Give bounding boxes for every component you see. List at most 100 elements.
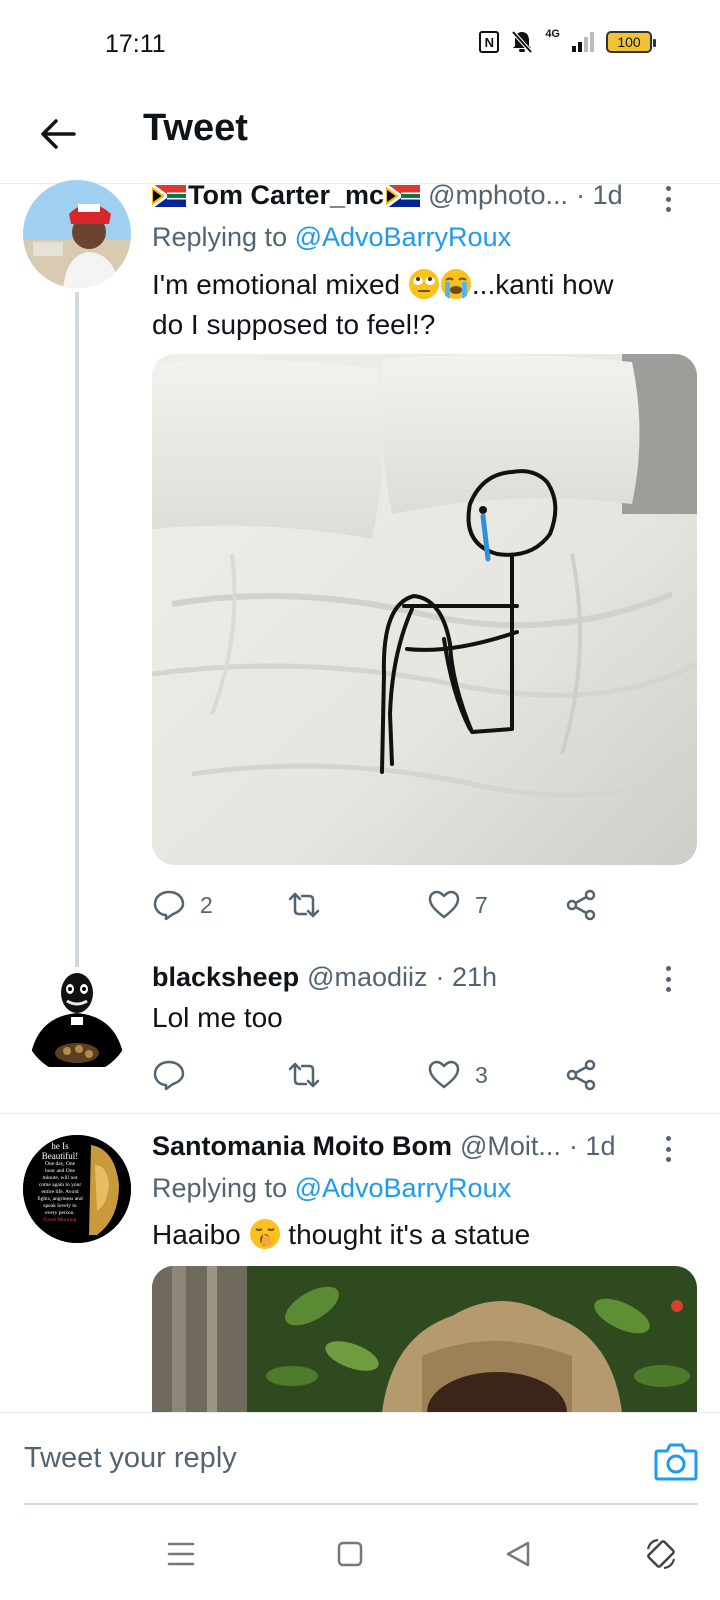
author-name[interactable]: Tom Carter_mc (152, 180, 421, 211)
share-icon (566, 1059, 596, 1091)
share-button[interactable] (564, 1055, 598, 1095)
avatar-text: he Is Beautiful! One day, One hour and O… (27, 1141, 93, 1224)
triangle-back-icon (506, 1541, 530, 1567)
bell-muted-icon (511, 30, 533, 54)
tweet-time: · 1d (576, 180, 623, 210)
status-time: 17:11 (105, 30, 166, 58)
tweet-text-part: thought it's a statue (280, 1219, 531, 1250)
status-icons: N 4G 100 (479, 28, 656, 54)
menu-icon (167, 1542, 195, 1566)
top-app-bar: Tweet (0, 92, 720, 184)
status-bar: 17:11 N 4G 100 (0, 0, 720, 92)
replying-to-label: Replying to (152, 1173, 295, 1203)
heart-icon (428, 1060, 460, 1089)
tweet-text-part: Haaibo (152, 1219, 249, 1250)
avatar-text-line: One day, One (44, 1161, 76, 1167)
tweet-header: Tom Carter_mc @mphoto... · 1d (152, 180, 672, 211)
tweet-text: Haaibo thought it's a statue (152, 1215, 672, 1255)
tweet-header: blacksheep @maodiiz · 21h (152, 962, 672, 993)
replying-to-label: Replying to (152, 222, 295, 252)
tweet-image[interactable] (152, 1266, 697, 1412)
retweet-icon (288, 1062, 320, 1088)
rotate-button[interactable] (641, 1534, 681, 1574)
square-icon (337, 1541, 363, 1567)
like-button[interactable]: 3 (427, 1055, 488, 1095)
reply-icon (153, 890, 185, 921)
retweet-button[interactable] (287, 1055, 321, 1095)
tweet-header: Santomania Moito Bom @Moit... · 1d (152, 1131, 672, 1162)
share-icon (566, 889, 596, 921)
crying-face-emoji (440, 268, 471, 299)
page-title: Tweet (143, 107, 248, 149)
rolling-eyes-emoji (408, 268, 439, 299)
replying-to: Replying to @AdvoBarryRoux (152, 1173, 511, 1204)
avatar-text-line: speak lovely to (43, 1203, 77, 1209)
yawning-face-emoji (249, 1218, 280, 1249)
author-handle[interactable]: @maodiiz (307, 962, 427, 993)
author-handle[interactable]: @mphoto... (428, 180, 568, 211)
retweet-icon (288, 892, 320, 918)
avatar[interactable] (23, 967, 131, 1075)
author-handle[interactable]: @Moit... (460, 1131, 561, 1162)
battery-icon: 100 (606, 31, 656, 53)
signal-icon (572, 32, 594, 52)
camera-button[interactable] (654, 1441, 698, 1481)
rotate-screen-icon (646, 1538, 676, 1570)
reply-composer (0, 1412, 720, 1508)
reply-icon (153, 1060, 185, 1091)
replying-to: Replying to @AdvoBarryRoux (152, 222, 511, 253)
system-navigation-bar (0, 1508, 720, 1600)
avatar-text-line: minute, will not (42, 1175, 78, 1181)
nfc-icon: N (479, 31, 500, 53)
avatar-text-line: come again in your (38, 1182, 82, 1188)
share-button[interactable] (564, 885, 598, 925)
tweet-text-part: do I supposed to feel!? (152, 309, 436, 340)
retweet-button[interactable] (287, 885, 321, 925)
mention-link[interactable]: @AdvoBarryRoux (295, 1173, 512, 1203)
avatar-text-line: fights, angriness and (37, 1196, 83, 1202)
camera-icon (654, 1443, 698, 1481)
tweet-text-part: ...kanti how (471, 269, 614, 300)
network-type: 4G (545, 28, 560, 40)
arrow-left-icon (41, 119, 76, 149)
heart-icon (428, 890, 460, 919)
mention-link[interactable]: @AdvoBarryRoux (295, 222, 512, 252)
avatar-text-line: entire life. Avoid (41, 1189, 79, 1195)
tweet-time: · 1d (568, 1131, 616, 1161)
author-name[interactable]: blacksheep (152, 962, 299, 993)
thread-line (75, 292, 79, 982)
more-options-icon[interactable] (658, 964, 678, 994)
divider (0, 1113, 720, 1114)
tweet-actions: 3 (152, 1055, 642, 1095)
more-options-icon[interactable] (658, 184, 678, 214)
avatar-text-line: Beautiful! (41, 1151, 79, 1161)
avatar-text-line: Good Morning (43, 1217, 77, 1223)
tweet-text: Lol me too (152, 1002, 283, 1033)
more-options-icon[interactable] (658, 1134, 678, 1164)
south-africa-flag-icon (386, 184, 421, 207)
tweet-time: · 21h (435, 962, 498, 992)
south-africa-flag-icon (152, 184, 186, 207)
like-count: 3 (475, 1061, 488, 1088)
back-button[interactable] (34, 110, 82, 158)
reply-count: 2 (200, 891, 213, 918)
back-nav-button[interactable] (498, 1534, 538, 1574)
reply-button[interactable]: 2 (152, 885, 213, 925)
avatar[interactable] (23, 180, 131, 288)
home-button[interactable] (330, 1534, 370, 1574)
reply-input[interactable] (24, 1413, 698, 1505)
tweet-text-part: I'm emotional mixed (152, 269, 408, 300)
tweet-image[interactable] (152, 354, 697, 865)
author-name-text: Tom Carter_mc (188, 180, 385, 210)
like-count: 7 (475, 891, 488, 918)
avatar-text-line: he Is (51, 1141, 69, 1151)
menu-button[interactable] (161, 1534, 201, 1574)
like-button[interactable]: 7 (427, 885, 488, 925)
avatar[interactable]: he Is Beautiful! One day, One hour and O… (23, 1135, 131, 1243)
reply-button[interactable] (152, 1055, 186, 1095)
tweet-text: I'm emotional mixed ...kanti how do I su… (152, 265, 672, 345)
author-name[interactable]: Santomania Moito Bom (152, 1131, 452, 1162)
avatar-text-line: every person. (45, 1210, 75, 1216)
battery-level: 100 (617, 34, 641, 50)
tweet-actions: 2 7 (152, 885, 642, 925)
